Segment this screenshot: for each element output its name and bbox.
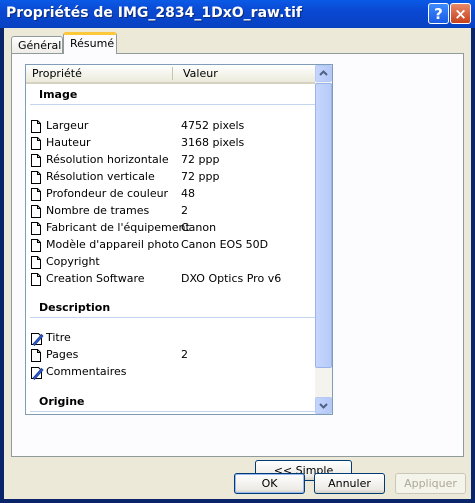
document-icon: [30, 171, 42, 187]
property-row[interactable]: Creation Software DXO Optics Pro v6: [30, 271, 315, 288]
document-icon: [31, 188, 41, 201]
group-image: Image: [39, 88, 78, 101]
property-row[interactable]: Résolution horizontale 72 ppp: [30, 152, 315, 169]
property-value[interactable]: 3168 pixels: [181, 136, 244, 149]
document-icon: [31, 120, 41, 133]
property-value[interactable]: DXO Optics Pro v6: [181, 272, 281, 285]
property-name: Titre: [46, 331, 71, 344]
chevron-up-icon: [319, 70, 328, 76]
document-icon: [30, 273, 42, 289]
document-icon: [31, 171, 41, 184]
column-header: Propriété Valeur: [26, 65, 316, 84]
property-row[interactable]: Nombre de trames 2: [30, 203, 315, 220]
property-value[interactable]: Canon EOS 50D: [181, 238, 268, 251]
property-row[interactable]: Copyright: [30, 254, 315, 271]
document-icon: [30, 205, 42, 221]
group-divider: [30, 104, 315, 105]
group-divider: [30, 411, 315, 412]
property-value[interactable]: 2: [181, 204, 188, 217]
property-row[interactable]: Pages 2: [30, 347, 315, 364]
property-row[interactable]: Profondeur de couleur 48: [30, 186, 315, 203]
edit-icon: [31, 367, 44, 381]
group-divider: [30, 317, 315, 318]
scroll-thumb[interactable]: [315, 83, 332, 368]
close-button[interactable]: ×: [450, 3, 471, 24]
document-icon: [30, 188, 42, 204]
document-icon: [31, 239, 41, 252]
property-name: Creation Software: [46, 272, 145, 285]
property-name: Modèle d'appareil photo: [46, 238, 180, 251]
property-name: Fabricant de l'équipement: [46, 221, 190, 234]
window-title: Propriétés de IMG_2834_1DxO_raw.tif: [6, 5, 302, 21]
apply-button[interactable]: Appliquer: [395, 473, 466, 494]
cancel-button[interactable]: Annuler: [314, 473, 385, 494]
document-icon: [30, 120, 42, 136]
scroll-up-button[interactable]: [315, 65, 332, 82]
title-bar[interactable]: Propriétés de IMG_2834_1DxO_raw.tif ? ×: [0, 0, 475, 28]
property-row[interactable]: Commentaires: [30, 364, 315, 381]
properties-list[interactable]: Propriété Valeur Image Largeur 4752 pixel…: [25, 64, 333, 415]
property-value[interactable]: 48: [181, 187, 195, 200]
document-icon: [30, 349, 42, 365]
document-icon: [30, 154, 42, 170]
property-value[interactable]: Canon: [181, 221, 216, 234]
chevron-down-icon: [319, 403, 328, 409]
property-row[interactable]: Hauteur 3168 pixels: [30, 135, 315, 152]
ok-button[interactable]: OK: [234, 473, 305, 494]
tab-resume[interactable]: Résumé: [63, 32, 117, 54]
property-value[interactable]: 4752 pixels: [181, 119, 244, 132]
property-name: Résolution verticale: [46, 170, 155, 183]
property-name: Copyright: [46, 255, 100, 268]
scroll-down-button[interactable]: [315, 397, 332, 414]
column-divider[interactable]: [172, 67, 173, 80]
summary-panel: Propriété Valeur Image Largeur 4752 pixel…: [11, 53, 464, 481]
document-icon: [30, 222, 42, 238]
document-icon: [31, 222, 41, 235]
vertical-scrollbar[interactable]: [315, 65, 332, 414]
column-value[interactable]: Valeur: [183, 67, 218, 80]
properties-window: Propriétés de IMG_2834_1DxO_raw.tif ? × …: [0, 0, 475, 503]
property-value[interactable]: 72 ppp: [181, 170, 219, 183]
document-icon: [31, 154, 41, 167]
document-icon: [31, 137, 41, 150]
property-name: Commentaires: [46, 365, 127, 378]
property-row[interactable]: Résolution verticale 72 ppp: [30, 169, 315, 186]
property-name: Largeur: [46, 119, 89, 132]
column-property[interactable]: Propriété: [32, 67, 82, 80]
document-icon: [31, 273, 41, 286]
property-name: Hauteur: [46, 136, 91, 149]
document-icon: [30, 239, 42, 255]
property-name: Nombre de trames: [46, 204, 150, 217]
document-icon: [31, 256, 41, 269]
property-row[interactable]: Largeur 4752 pixels: [30, 118, 315, 135]
property-name: Pages: [46, 348, 79, 361]
property-row[interactable]: Titre: [30, 330, 315, 347]
document-icon: [31, 349, 41, 362]
property-name: Résolution horizontale: [46, 153, 169, 166]
dialog-body: Général Résumé Propriété Valeur Image La…: [4, 28, 471, 499]
help-button[interactable]: ?: [428, 3, 449, 24]
edit-icon: [30, 366, 44, 383]
property-row[interactable]: Fabricant de l'équipement Canon: [30, 220, 315, 237]
group-origine: Origine: [39, 395, 85, 408]
property-row[interactable]: Modèle d'appareil photo Canon EOS 50D: [30, 237, 315, 254]
group-description: Description: [39, 301, 111, 314]
tab-general[interactable]: Général: [11, 36, 63, 54]
property-value[interactable]: 2: [181, 348, 188, 361]
property-name: Profondeur de couleur: [46, 187, 169, 200]
document-icon: [31, 205, 41, 218]
property-value[interactable]: 72 ppp: [181, 153, 219, 166]
document-icon: [30, 256, 42, 272]
document-icon: [30, 137, 42, 153]
edit-icon: [31, 333, 44, 347]
